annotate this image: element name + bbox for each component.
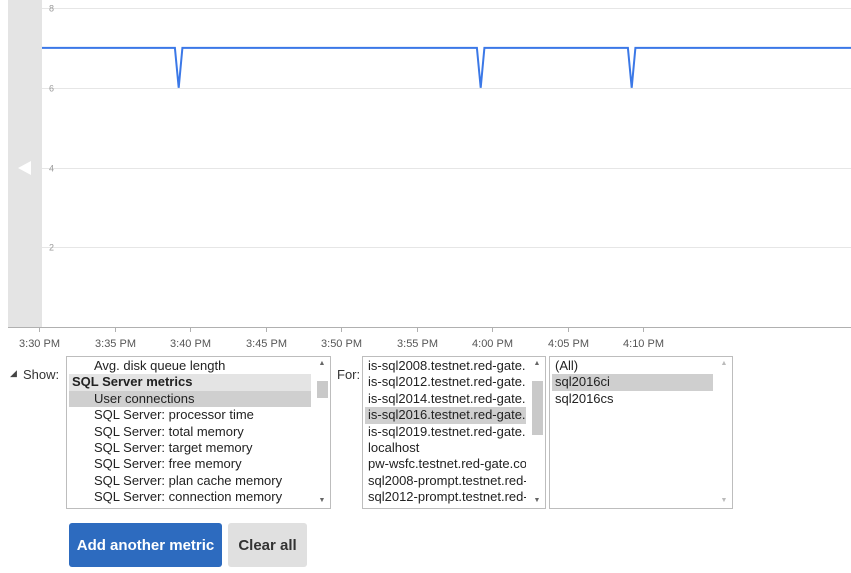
server-list-item[interactable]: pw-wsfc.testnet.red-gate.cor	[365, 456, 526, 472]
x-tick-label: 3:35 PM	[95, 338, 136, 350]
server-list-item[interactable]: is-sql2014.testnet.red-gate.c	[365, 391, 526, 407]
grid-lines	[42, 8, 851, 248]
instance-list-item[interactable]: sql2016ci	[552, 374, 713, 391]
metric-list-item[interactable]: SQL Server: total memory	[69, 424, 311, 440]
instance-list-item[interactable]: (All)	[552, 358, 713, 374]
add-another-metric-button[interactable]: Add another metric	[69, 523, 222, 567]
x-axis-ticks: 3:30 PM 3:35 PM 3:40 PM 3:45 PM 3:50 PM 3:55 …	[19, 327, 664, 350]
y-tick-label: 2	[49, 243, 54, 253]
scrollbar-thumb[interactable]	[317, 381, 328, 398]
server-list-item[interactable]: localhost	[365, 440, 526, 456]
metric-list-item[interactable]: SQL Server: free memory	[69, 456, 311, 472]
metric-chart: 2 4 6 8 3:30 PM 3:35 PM 3:40 PM 3:45 PM 3:50 PM…	[8, 0, 851, 350]
y-tick-label: 6	[49, 84, 54, 94]
series-line-user-connections	[42, 46, 851, 88]
scrollbar-thumb[interactable]	[532, 381, 543, 435]
scroll-down-arrow-icon[interactable]: ▼	[529, 494, 545, 508]
metric-list-item[interactable]: SQL Server metrics	[69, 374, 311, 391]
server-list-item[interactable]: sql2014-prompt.testnet.red-	[365, 506, 526, 508]
y-axis-labels: 2 4 6 8	[49, 4, 54, 253]
server-list-scrollbar[interactable]: ▲ ▼	[529, 357, 545, 508]
instance-listbox[interactable]: (All) sql2016ci sql2016cs ▲ ▼	[549, 356, 733, 509]
x-tick-label: 3:30 PM	[19, 338, 60, 350]
server-list-item[interactable]: is-sql2016.testnet.red-gate.c	[365, 407, 526, 424]
show-label: Show:	[23, 367, 60, 382]
scroll-up-arrow-icon[interactable]: ▲	[716, 357, 732, 371]
x-tick-label: 3:55 PM	[397, 338, 438, 350]
clear-all-button[interactable]: Clear all	[228, 523, 307, 567]
chart-scroll-left-panel[interactable]	[8, 0, 42, 327]
instance-list-scrollbar[interactable]: ▲ ▼	[716, 357, 732, 508]
x-tick-label: 4:00 PM	[472, 338, 513, 350]
server-list-item[interactable]: sql2008-prompt.testnet.red-g	[365, 473, 526, 489]
x-tick-label: 3:50 PM	[321, 338, 362, 350]
x-tick-label: 4:05 PM	[548, 338, 589, 350]
collapse-arrow-icon[interactable]: ◢	[10, 368, 17, 379]
scroll-up-arrow-icon[interactable]: ▲	[529, 357, 545, 371]
server-list-item[interactable]: is-sql2012.testnet.red-gate.c	[365, 374, 526, 390]
y-tick-label: 8	[49, 4, 54, 14]
metric-list-item[interactable]: SQL Server: plan cache memory	[69, 473, 311, 489]
instance-list-item[interactable]: sql2016cs	[552, 391, 713, 407]
metric-list-item[interactable]: SQL Server: processor time	[69, 407, 311, 423]
server-list-item[interactable]: is-sql2008.testnet.red-gate.c	[365, 358, 526, 374]
metric-list-item[interactable]	[69, 506, 311, 508]
metric-list-item[interactable]: User connections	[69, 390, 311, 408]
metric-list-item[interactable]: SQL Server: target memory	[69, 440, 311, 456]
server-list-item[interactable]: sql2012-prompt.testnet.red-g	[365, 489, 526, 505]
metric-list-scrollbar[interactable]: ▲ ▼	[314, 357, 330, 508]
scroll-down-arrow-icon[interactable]: ▼	[314, 494, 330, 508]
y-tick-label: 4	[49, 164, 54, 174]
x-tick-label: 3:45 PM	[246, 338, 287, 350]
scroll-up-arrow-icon[interactable]: ▲	[314, 357, 330, 371]
x-tick-label: 4:10 PM	[623, 338, 664, 350]
scroll-down-arrow-icon[interactable]: ▼	[716, 494, 732, 508]
server-list-item[interactable]: is-sql2019.testnet.red-gate.c	[365, 424, 526, 440]
for-label: For:	[337, 367, 361, 382]
x-tick-label: 3:40 PM	[170, 338, 211, 350]
server-listbox[interactable]: is-sql2008.testnet.red-gate.c is-sql2012.…	[362, 356, 546, 509]
metric-list-item[interactable]: SQL Server: connection memory	[69, 489, 311, 505]
metric-listbox[interactable]: Avg. disk queue length SQL Server metrics…	[66, 356, 331, 509]
metric-list-item[interactable]: Avg. disk queue length	[69, 358, 311, 374]
